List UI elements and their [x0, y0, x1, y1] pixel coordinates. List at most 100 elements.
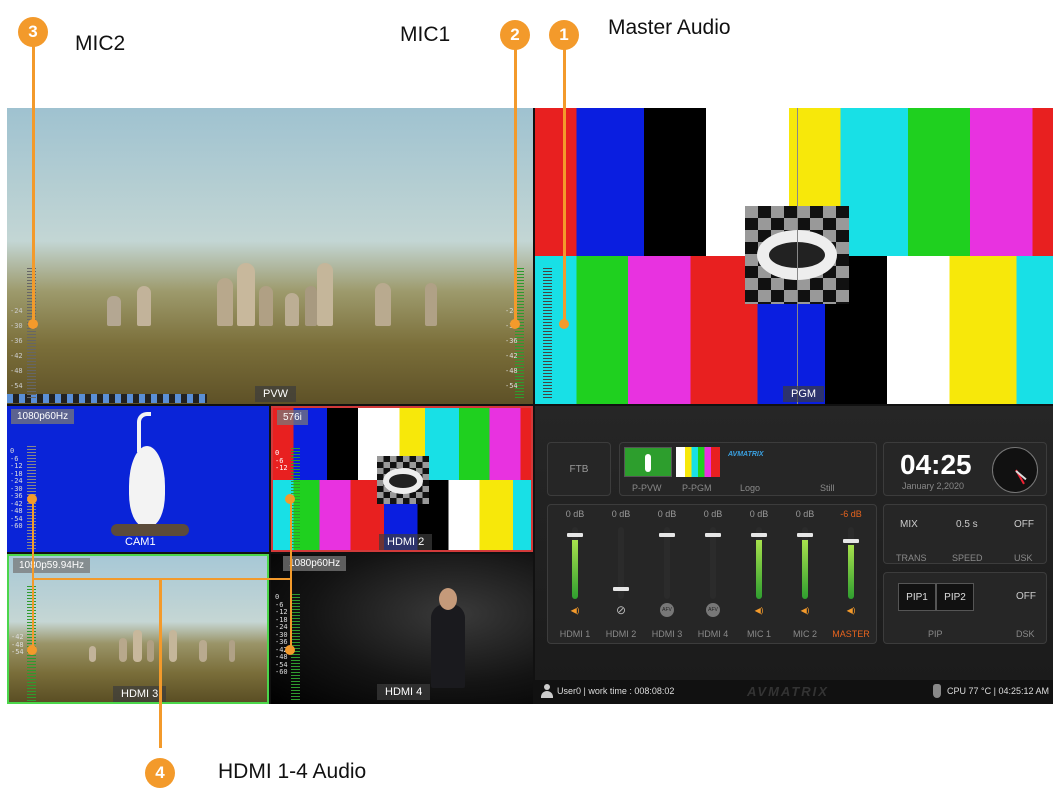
speaker-icon[interactable]: ◀)	[844, 603, 858, 617]
fader-channel-name: HDMI 1	[559, 629, 591, 639]
source-ppgm[interactable]	[676, 447, 720, 477]
fader-db-value: 0 dB	[795, 509, 815, 519]
fader-track[interactable]	[756, 527, 762, 599]
fader-hdmi-4[interactable]: 0 dB AFV HDMI 4	[690, 505, 736, 639]
egret	[129, 446, 165, 526]
fader-channel-name: MIC 2	[792, 629, 817, 639]
tile-hdmi2-format: 576i	[277, 410, 308, 425]
fader-db-value: 0 dB	[657, 509, 677, 519]
fader-channel-name: HDMI 3	[651, 629, 683, 639]
callout-3-badge: 3	[18, 17, 48, 47]
fader-knob[interactable]	[843, 539, 859, 543]
speaker-icon[interactable]: ◀)	[568, 603, 582, 617]
fader-knob[interactable]	[705, 533, 721, 537]
pvw-scale-left: -24 -30 -36 -42 -48 -54	[10, 307, 23, 390]
multiview: PVW -24 -30 -36 -42 -48 -54 -24 -30 -36 …	[7, 108, 1053, 704]
fader-hdmi-1[interactable]: 0 dB ◀) HDMI 1	[552, 505, 598, 639]
pip-label: PIP	[928, 629, 943, 639]
pvw-monitor[interactable]: PVW -24 -30 -36 -42 -48 -54 -24 -30 -36 …	[7, 108, 533, 404]
fader-knob[interactable]	[751, 533, 767, 537]
tile-hdmi2[interactable]: 576i HDMI 2 0 -6 -12	[271, 406, 533, 552]
fader-hdmi-2[interactable]: 0 dB ⊘ HDMI 2	[598, 505, 644, 639]
cpu-status: CPU 77 °C | 04:25:12 AM	[947, 686, 1049, 696]
fader-channel-name: MIC 1	[746, 629, 771, 639]
pip-panel: PIP1 PIP2 OFF PIP DSK	[883, 572, 1047, 644]
taskbar	[7, 394, 207, 403]
usk-button[interactable]: OFF	[1014, 519, 1034, 530]
fader-track[interactable]	[802, 527, 808, 599]
trans-mix-button[interactable]: MIX	[900, 519, 918, 530]
source-logo-label: Logo	[740, 483, 761, 493]
source-logo[interactable]: AVMATRIX	[724, 447, 782, 477]
fader-level	[802, 539, 808, 599]
fader-track[interactable]	[572, 527, 578, 599]
afv-icon[interactable]: AFV	[706, 603, 720, 617]
fader-db-value: -6 dB	[840, 509, 862, 519]
callout-2-badge: 2	[500, 20, 530, 50]
fader-level	[848, 545, 854, 599]
tile-hdmi3[interactable]: 1080p59.94Hz HDMI 3 -42 -48 -54	[7, 554, 269, 704]
control-panel: FTB AVMATRIX P-PVW P-PGM Logo Still 04:2…	[535, 406, 1053, 704]
tile-hdmi4-format: 1080p60Hz	[283, 556, 347, 571]
tile-hdmi2-label: HDMI 2	[379, 534, 433, 550]
trans-panel: MIX 0.5 s OFF TRANS SPEED USK	[883, 504, 1047, 564]
speaker-icon[interactable]: ◀)	[752, 603, 766, 617]
callout-1-dot	[559, 319, 569, 329]
speaker-icon[interactable]: ◀)	[798, 603, 812, 617]
source-still-label: Still	[820, 483, 835, 493]
fader-level	[756, 539, 762, 599]
fader-mic-2[interactable]: 0 dB ◀) MIC 2	[782, 505, 828, 639]
fader-knob[interactable]	[567, 533, 583, 537]
callout-mic1-label: MIC1	[400, 23, 451, 46]
fader-knob[interactable]	[613, 587, 629, 591]
stone-group	[107, 258, 447, 328]
thermometer-icon	[933, 684, 941, 698]
clock-time: 04:25	[900, 449, 972, 480]
fader-hdmi-3[interactable]: 0 dB AFV HDMI 3	[644, 505, 690, 639]
user-worktime: User0 | work time : 008:08:02	[557, 686, 675, 696]
dsk-button[interactable]: OFF	[1016, 591, 1036, 602]
fader-knob[interactable]	[659, 533, 675, 537]
pgm-monitor[interactable]: PGM	[535, 108, 1053, 404]
presenter	[431, 604, 465, 688]
callout-1-badge: 1	[549, 20, 579, 50]
fader-db-value: 0 dB	[565, 509, 585, 519]
callout-4-line	[159, 578, 162, 748]
callout-4-badge: 4	[145, 758, 175, 788]
muted-icon[interactable]: ⊘	[614, 603, 628, 617]
fader-channel-name: HDMI 2	[605, 629, 637, 639]
source-ppvw[interactable]	[624, 447, 672, 477]
callout-3-dot	[28, 319, 38, 329]
speed-value[interactable]: 0.5 s	[956, 519, 978, 530]
fader-master[interactable]: -6 dB ◀) MASTER	[828, 505, 874, 639]
fader-mic-1[interactable]: 0 dB ◀) MIC 1	[736, 505, 782, 639]
fader-track[interactable]	[664, 527, 670, 599]
pgm-meter	[543, 268, 552, 400]
tile-cam1[interactable]: 1080p60Hz CAM1 0 -6 -12 -18 -24 -30 -36 -42 -48-…	[7, 406, 269, 552]
user-icon	[541, 684, 553, 698]
tile-cam1-label: CAM1	[125, 536, 156, 548]
clock-date: January 2,2020	[902, 481, 965, 491]
pip2-button[interactable]: PIP2	[936, 583, 974, 611]
speed-label: SPEED	[952, 553, 983, 563]
pip1-button[interactable]: PIP1	[898, 583, 936, 611]
callout-2-line	[514, 40, 517, 325]
tile-hdmi4-label: HDMI 4	[377, 684, 431, 700]
fader-track[interactable]	[710, 527, 716, 599]
callout-1-line	[563, 40, 566, 325]
fader-track[interactable]	[848, 527, 854, 599]
callout-mic2-label: MIC2	[75, 32, 126, 55]
dsk-label: DSK	[1016, 629, 1035, 639]
usk-label: USK	[1014, 553, 1033, 563]
afv-icon[interactable]: AFV	[660, 603, 674, 617]
callout-master-label: Master Audio	[608, 16, 731, 39]
source-still[interactable]	[786, 447, 874, 477]
trans-label: TRANS	[896, 553, 927, 563]
source-panel: AVMATRIX P-PVW P-PGM Logo Still	[619, 442, 877, 496]
tile-hdmi3-format: 1080p59.94Hz	[13, 558, 91, 573]
tile-hdmi4[interactable]: 1080p60Hz HDMI 4 0 -6 -12 -18 -24 -30 -36 -42 -4…	[271, 554, 533, 704]
fader-level	[572, 539, 578, 599]
status-bar: User0 | work time : 008:08:02 AVMATRIX C…	[535, 680, 1053, 704]
ftb-button[interactable]: FTB	[547, 442, 611, 496]
fader-knob[interactable]	[797, 533, 813, 537]
